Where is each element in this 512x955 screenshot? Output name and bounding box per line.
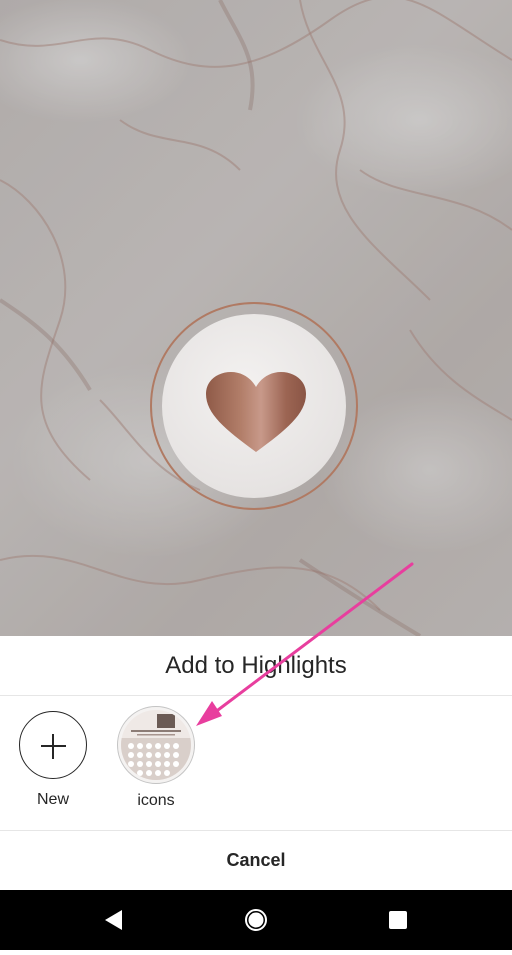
new-highlight-button[interactable]: New <box>18 711 88 809</box>
divider <box>0 695 512 696</box>
highlight-item-label: icons <box>137 792 175 809</box>
highlight-thumbnail-image <box>121 710 191 780</box>
sheet-title: Add to Highlights <box>165 652 347 679</box>
highlight-item-icons[interactable]: icons <box>116 706 196 810</box>
recents-button[interactable] <box>368 890 428 950</box>
story-background <box>0 0 512 636</box>
square-recents-icon <box>389 911 407 929</box>
cancel-button[interactable]: Cancel <box>0 831 512 890</box>
navigation-bar <box>0 890 512 950</box>
add-to-highlights-sheet: Add to Highlights New icons Cancel <box>0 636 512 890</box>
home-button[interactable] <box>226 890 286 950</box>
highlight-thumbnail[interactable] <box>117 706 195 784</box>
plus-icon[interactable] <box>19 711 87 779</box>
new-highlight-label: New <box>36 791 69 808</box>
back-button[interactable] <box>84 890 144 950</box>
circle-home-icon <box>245 909 267 931</box>
heart-icon <box>206 372 306 452</box>
triangle-back-icon <box>105 910 122 930</box>
